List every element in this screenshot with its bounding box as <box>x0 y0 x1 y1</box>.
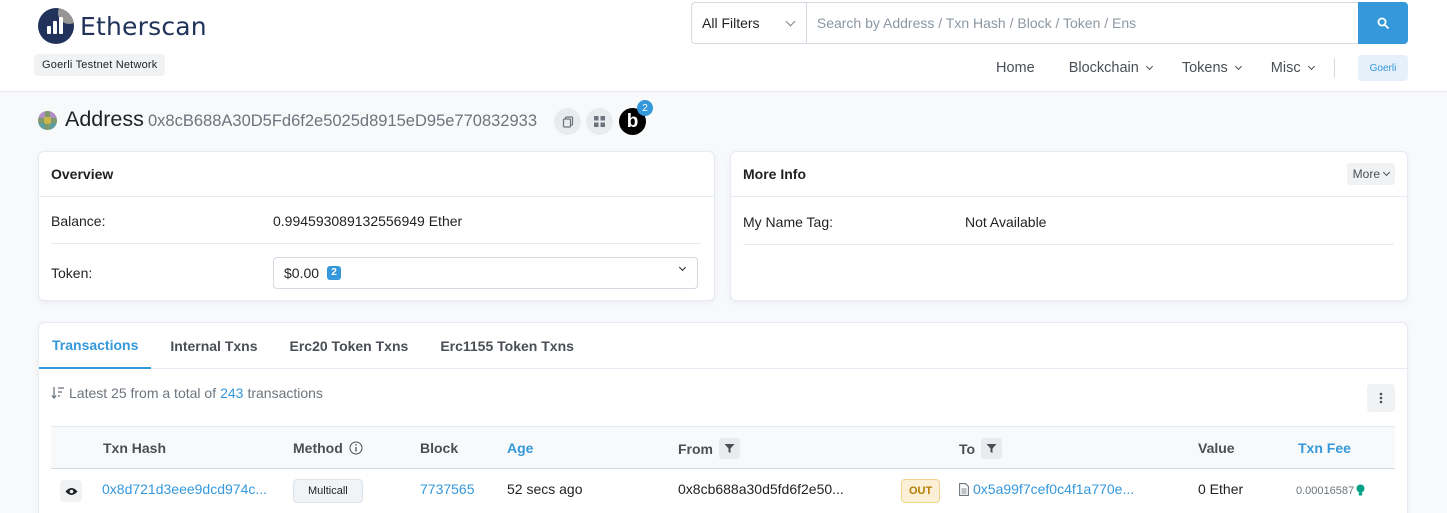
tab-erc1155-token-txns[interactable]: Erc1155 Token Txns <box>427 323 587 369</box>
row-divider <box>743 244 1394 245</box>
sort-icon <box>51 387 64 399</box>
tab-bar: Transactions Internal Txns Erc20 Token T… <box>39 323 1407 369</box>
search-button[interactable] <box>1358 2 1408 44</box>
filter-to-button[interactable] <box>981 438 1003 459</box>
transactions-summary: Latest 25 from a total of 243 transactio… <box>51 385 323 401</box>
token-holdings-dropdown[interactable]: $0.00 2 <box>273 257 698 289</box>
block-link[interactable]: 7737565 <box>420 481 475 497</box>
overview-card: Overview Balance: 0.994593089132556949 E… <box>38 151 715 301</box>
value-amount: 0 Ether <box>1198 481 1244 497</box>
search-bar: All Filters <box>691 2 1408 44</box>
direction-badge: OUT <box>901 479 941 503</box>
nav-misc[interactable]: Misc <box>1271 60 1315 76</box>
filter-icon <box>986 444 997 453</box>
logo-text: Etherscan <box>80 11 207 41</box>
nav-tokens[interactable]: Tokens <box>1182 60 1242 76</box>
filter-icon <box>724 444 735 453</box>
more-dropdown-button[interactable]: More <box>1346 163 1395 185</box>
balance-value: 0.994593089132556949 Ether <box>273 213 463 229</box>
name-tag-label: My Name Tag: <box>743 214 833 230</box>
network-label: Goerli Testnet Network <box>34 54 166 76</box>
more-options-button[interactable] <box>1367 384 1395 412</box>
token-label: Token: <box>51 265 93 281</box>
search-icon <box>1377 17 1389 29</box>
tab-internal-txns[interactable]: Internal Txns <box>157 323 270 369</box>
col-value: Value <box>1198 440 1235 456</box>
chevron-down-icon <box>1382 168 1391 177</box>
chevron-down-icon <box>678 263 687 272</box>
txn-hash-link[interactable]: 0x8d721d3eee9dcd974c... <box>102 481 267 497</box>
vertical-dots-icon <box>1379 392 1383 404</box>
address-hash: 0x8cB688A30D5Fd6f2e5025d8915eD95e7708329… <box>148 112 538 130</box>
qr-code-icon <box>594 116 605 127</box>
col-to: To <box>959 438 1003 459</box>
tab-erc20-token-txns[interactable]: Erc20 Token Txns <box>277 323 422 369</box>
table-header: Txn Hash Method Block Age From To Value … <box>51 426 1395 469</box>
summary-prefix: Latest 25 from a total of <box>69 385 217 401</box>
from-address: 0x8cb688a30d5fd6f2e50... <box>678 481 844 497</box>
col-txn-fee-toggle[interactable]: Txn Fee <box>1298 440 1351 456</box>
eye-icon <box>65 487 77 495</box>
search-filter-select[interactable]: All Filters <box>691 2 806 44</box>
gas-bulb-icon <box>1356 484 1365 496</box>
etherscan-logo[interactable]: Etherscan <box>38 8 207 44</box>
summary-count-link[interactable]: 243 <box>220 385 243 401</box>
overview-title: Overview <box>51 166 114 182</box>
view-details-button[interactable] <box>60 480 82 502</box>
summary-suffix: transactions <box>247 385 323 401</box>
site-header: Etherscan Goerli Testnet Network All Fil… <box>0 0 1447 92</box>
nav-divider <box>1333 58 1335 78</box>
nav-home[interactable]: Home <box>996 60 1035 76</box>
to-address-link[interactable]: 0x5a99f7cef0c4f1a770e... <box>959 481 1134 497</box>
qr-code-button[interactable] <box>586 108 613 135</box>
row-divider <box>51 243 701 244</box>
txn-fee-value: 0.00016587 <box>1296 484 1365 497</box>
col-from: From <box>678 438 740 459</box>
search-filter-value: All Filters <box>702 15 760 31</box>
main-nav: Home Blockchain Tokens Misc <box>996 58 1335 78</box>
address-identicon <box>38 111 57 130</box>
token-value: $0.00 <box>284 265 320 281</box>
page-title: Address <box>65 107 144 131</box>
nav-blockchain[interactable]: Blockchain <box>1069 60 1153 76</box>
method-badge: Multicall <box>293 479 363 503</box>
chevron-down-icon <box>1145 62 1153 70</box>
chevron-down-icon <box>785 16 796 26</box>
age-value: 52 secs ago <box>507 481 583 497</box>
overview-header: Overview <box>39 152 714 197</box>
copy-icon <box>562 115 573 128</box>
col-method: Method <box>293 440 363 456</box>
token-count-badge: 2 <box>327 266 342 280</box>
more-info-title: More Info <box>743 166 806 182</box>
blockscan-count-badge: 2 <box>637 100 653 116</box>
transactions-card: Transactions Internal Txns Erc20 Token T… <box>38 322 1408 513</box>
chevron-down-icon <box>1307 62 1315 70</box>
more-info-header: More Info More <box>731 152 1407 197</box>
col-txn-hash: Txn Hash <box>103 440 167 456</box>
col-age-toggle[interactable]: Age <box>507 440 533 456</box>
copy-address-button[interactable] <box>554 108 581 135</box>
info-icon[interactable] <box>349 441 363 455</box>
contract-file-icon <box>959 482 969 496</box>
filter-from-button[interactable] <box>719 438 740 459</box>
more-info-card: More Info More My Name Tag: Not Availabl… <box>730 151 1408 301</box>
network-switch-button[interactable]: Goerli <box>1358 55 1408 81</box>
etherscan-logo-icon <box>38 8 74 44</box>
name-tag-value: Not Available <box>965 214 1047 230</box>
tab-transactions[interactable]: Transactions <box>39 323 152 369</box>
search-input[interactable] <box>805 2 1359 44</box>
chevron-down-icon <box>1234 62 1242 70</box>
balance-label: Balance: <box>51 213 106 229</box>
col-block: Block <box>420 440 459 456</box>
